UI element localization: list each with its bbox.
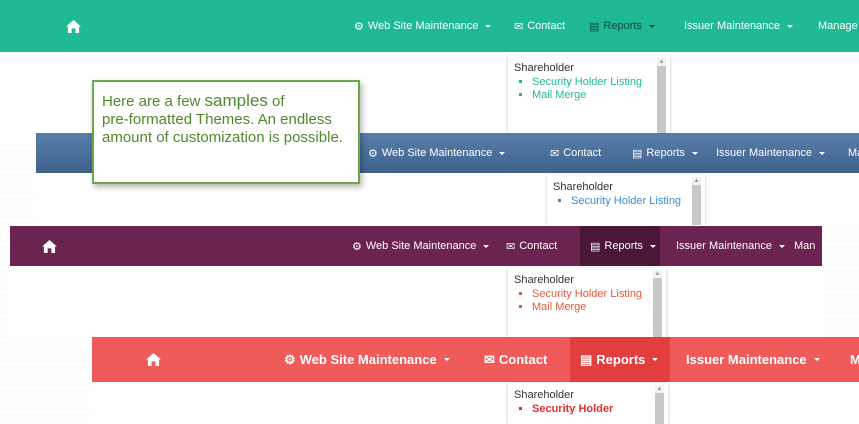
theme-plum-screenshot: ⚙ Web Site Maintenance ✉ Contact ▤ Repor…	[10, 226, 822, 338]
caret-down-icon	[485, 24, 492, 28]
envelope-icon: ✉	[484, 351, 495, 367]
nav-contact[interactable]: ✉ Contact	[484, 337, 547, 382]
home-icon[interactable]	[66, 0, 81, 52]
nav-reports[interactable]: ▤ Reports	[580, 226, 660, 266]
envelope-icon: ✉	[550, 147, 560, 160]
caret-down-icon	[691, 151, 698, 155]
caret-down-icon	[652, 358, 659, 361]
caret-down-icon	[649, 244, 656, 248]
nav-issuer-maintenance[interactable]: Issuer Maintenance	[676, 226, 785, 266]
dropdown-header: Shareholder	[553, 181, 613, 193]
nav-reports[interactable]: ▤ Reports	[632, 133, 698, 173]
caret-down-icon	[813, 358, 820, 361]
nav-manage[interactable]: M	[850, 337, 859, 382]
scroll-up-icon[interactable]: ▲	[657, 58, 666, 66]
scroll-up-icon[interactable]: ▲	[653, 270, 662, 278]
scrollbar[interactable]	[657, 58, 666, 140]
caret-down-icon	[787, 24, 793, 28]
file-icon: ▤	[589, 20, 600, 33]
navbar-coral: ⚙ Web Site Maintenance ✉ Contact ▤ Repor…	[92, 337, 859, 382]
nav-issuer-maintenance[interactable]: Issuer Maintenance	[686, 337, 820, 382]
nav-reports[interactable]: ▤ Reports	[589, 0, 655, 52]
nav-contact[interactable]: ✉ Contact	[514, 0, 565, 52]
scrollbar[interactable]	[653, 270, 662, 338]
caret-down-icon	[483, 244, 490, 248]
nav-web-site-maintenance[interactable]: ⚙ Web Site Maintenance	[352, 226, 490, 266]
nav-manage[interactable]: Manage	[818, 0, 858, 52]
dropdown-item[interactable]: Security Holder Listing	[571, 195, 689, 208]
caret-down-icon	[443, 358, 450, 361]
reports-dropdown-teal: Shareholder Security Holder Listing Mail…	[508, 56, 670, 140]
nav-web-site-maintenance[interactable]: ⚙ Web Site Maintenance	[368, 133, 506, 173]
nav-reports[interactable]: ▤ Reports	[570, 337, 670, 382]
nav-contact[interactable]: ✉ Contact	[506, 226, 557, 266]
dropdown-header: Shareholder	[514, 62, 574, 74]
home-icon[interactable]	[146, 337, 161, 382]
reports-dropdown-coral: Shareholder Security Holder ▲	[508, 383, 668, 424]
themes-callout: Here are a few samples of pre-formatted …	[92, 80, 360, 184]
dropdown-header: Shareholder	[514, 274, 574, 286]
file-icon: ▤	[632, 147, 643, 160]
gear-icon: ⚙	[352, 240, 362, 253]
dropdown-item[interactable]: Security Holder	[532, 403, 650, 416]
envelope-icon: ✉	[506, 240, 516, 253]
file-icon: ▤	[580, 351, 593, 367]
scroll-up-icon[interactable]: ▲	[655, 385, 664, 393]
caret-down-icon	[648, 24, 655, 28]
home-icon[interactable]	[42, 226, 57, 266]
nav-web-site-maintenance[interactable]: ⚙ Web Site Maintenance	[354, 0, 492, 52]
envelope-icon: ✉	[514, 20, 524, 33]
navbar-teal: ⚙ Web Site Maintenance ✉ Contact ▤ Repor…	[0, 0, 859, 52]
reports-dropdown-blue: Shareholder Security Holder Listing ▲	[547, 175, 705, 225]
file-icon: ▤	[590, 240, 601, 253]
nav-issuer-maintenance[interactable]: Issuer Maintenance	[684, 0, 793, 52]
caret-down-icon	[779, 244, 785, 248]
nav-manage[interactable]: Ma	[848, 133, 859, 173]
reports-dropdown-plum: Shareholder Security Holder Listing Mail…	[508, 268, 666, 338]
nav-contact[interactable]: ✉ Contact	[550, 133, 601, 173]
theme-coral-screenshot: ⚙ Web Site Maintenance ✉ Contact ▤ Repor…	[92, 337, 859, 424]
navbar-plum: ⚙ Web Site Maintenance ✉ Contact ▤ Repor…	[10, 226, 822, 266]
scroll-up-icon[interactable]: ▲	[692, 177, 701, 185]
gear-icon: ⚙	[354, 20, 364, 33]
gear-icon: ⚙	[368, 147, 378, 160]
dropdown-item[interactable]: Mail Merge	[532, 89, 650, 102]
gear-icon: ⚙	[284, 351, 296, 367]
caret-down-icon	[819, 151, 825, 155]
nav-web-site-maintenance[interactable]: ⚙ Web Site Maintenance	[284, 337, 450, 382]
nav-issuer-maintenance[interactable]: Issuer Maintenance	[716, 133, 825, 173]
dropdown-item[interactable]: Mail Merge	[532, 301, 650, 314]
dropdown-item[interactable]: Security Holder Listing	[532, 76, 650, 89]
dropdown-item[interactable]: Security Holder Listing	[532, 288, 650, 301]
caret-down-icon	[499, 151, 506, 155]
dropdown-header: Shareholder	[514, 389, 574, 401]
nav-manage[interactable]: Man	[794, 226, 815, 266]
